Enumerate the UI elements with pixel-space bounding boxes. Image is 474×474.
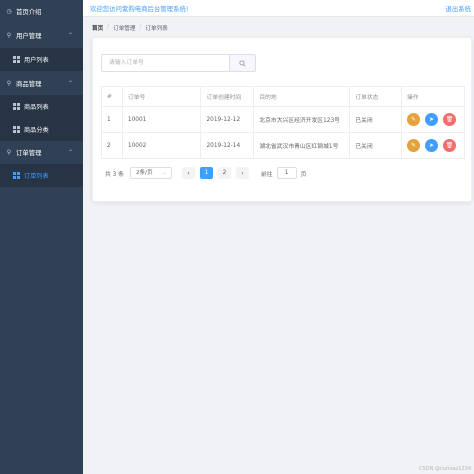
cell-order-no: 10001 xyxy=(122,106,202,133)
pagination-total: 共 3 条 xyxy=(105,171,124,178)
column-header-actions: 操作 xyxy=(401,86,465,107)
table-header-row: # 订单号 订单创建时间 目的地 订单状态 操作 xyxy=(101,86,465,107)
sidebar-item-product-management[interactable]: ⚲ 商品管理 ⌃ xyxy=(0,72,83,95)
cell-actions: ✎ ➤ 🗑 xyxy=(401,106,465,133)
pagination: 共 3 条 2条/页 ⌄ ‹ 1 2 › 前往 1 页 xyxy=(105,167,306,179)
location-icon: ⚲ xyxy=(6,148,12,156)
sidebar-item-order-list[interactable]: 订单列表 xyxy=(0,164,83,187)
cell-created: 2019-12-12 xyxy=(200,106,255,133)
column-header-index: # xyxy=(101,86,123,107)
location-button[interactable]: ➤ xyxy=(425,139,439,152)
sidebar-item-user-management[interactable]: ⚲ 用户管理 ⌃ xyxy=(0,24,83,47)
cell-actions: ✎ ➤ 🗑 xyxy=(401,132,465,159)
breadcrumb-separator: / xyxy=(107,24,110,30)
column-header-order-no: 订单号 xyxy=(122,86,202,107)
breadcrumb-home[interactable]: 首页 xyxy=(92,24,103,32)
cell-status: 已关闭 xyxy=(349,132,403,159)
chevron-up-icon: ⌃ xyxy=(68,80,74,87)
sidebar-item-user-list[interactable]: 用户列表 xyxy=(0,48,83,71)
grid-icon xyxy=(13,126,20,133)
location-button[interactable]: ➤ xyxy=(425,113,439,126)
column-header-created: 订单创建时间 xyxy=(200,86,255,107)
chevron-up-icon: ⌃ xyxy=(68,32,74,39)
search-button[interactable] xyxy=(229,55,255,71)
column-header-status: 订单状态 xyxy=(349,86,403,107)
breadcrumb-separator: / xyxy=(139,24,142,30)
search-icon xyxy=(239,59,246,67)
table-row: 2 10002 2019-12-14 湖北省武汉市青山区红钢城1号 已关闭 ✎ … xyxy=(101,132,465,159)
cell-destination: 湖北省武汉市青山区红钢城1号 xyxy=(253,132,351,159)
sidebar-item-product-list[interactable]: 商品列表 xyxy=(0,95,83,118)
logout-link[interactable]: 退出系统 xyxy=(445,4,471,13)
main-content: 首页 / 订单管理 / 订单列表 # 订单号 订单创建时间 xyxy=(83,17,474,474)
column-header-destination: 目的地 xyxy=(253,86,351,107)
goto-suffix: 页 xyxy=(300,171,307,178)
edit-icon: ✎ xyxy=(411,141,417,149)
cell-status: 已关闭 xyxy=(349,106,403,133)
cell-created: 2019-12-14 xyxy=(200,132,255,159)
goto-page-input[interactable]: 1 xyxy=(276,167,297,179)
cell-index: 2 xyxy=(101,132,123,159)
edit-button[interactable]: ✎ xyxy=(407,139,421,152)
page-size-select[interactable]: 2条/页 ⌄ xyxy=(129,167,172,179)
location-icon: ⚲ xyxy=(6,79,12,87)
next-page-button[interactable]: › xyxy=(235,167,249,179)
watermark: CSDN @cumiao1234 xyxy=(419,466,471,472)
cell-index: 1 xyxy=(101,106,123,133)
sidebar: ◷ 首页介绍 ⚲ 用户管理 ⌃ 用户列表 ⚲ 商品管理 ⌃ 商品列表 商品分类 … xyxy=(0,0,83,474)
cell-destination: 北京市大兴区经济开发区123号 xyxy=(253,106,351,133)
goto-label: 前往 xyxy=(260,171,273,178)
page-number-2[interactable]: 2 xyxy=(217,167,231,179)
search-box xyxy=(101,54,256,72)
page-number-1[interactable]: 1 xyxy=(199,167,213,179)
dashboard-icon: ◷ xyxy=(6,7,12,15)
prev-page-button[interactable]: ‹ xyxy=(181,167,195,179)
sidebar-item-home[interactable]: ◷ 首页介绍 xyxy=(0,0,83,23)
grid-icon xyxy=(13,56,20,63)
breadcrumb-order-list: 订单列表 xyxy=(145,26,168,32)
delete-button[interactable]: 🗑 xyxy=(443,139,457,152)
chevron-down-icon: ⌄ xyxy=(162,170,167,176)
edit-button[interactable]: ✎ xyxy=(407,113,421,126)
delete-icon: 🗑 xyxy=(445,141,454,149)
cell-order-no: 10002 xyxy=(122,132,202,159)
table-row: 1 10001 2019-12-12 北京市大兴区经济开发区123号 已关闭 ✎… xyxy=(101,106,465,133)
grid-icon xyxy=(13,172,20,179)
top-header: 欢迎您访问紫购电商后台管理系统! 退出系统 xyxy=(83,0,474,17)
location-icon: ➤ xyxy=(429,141,435,149)
sidebar-item-order-management[interactable]: ⚲ 订单管理 ⌃ xyxy=(0,141,83,164)
breadcrumb-order-management: 订单管理 xyxy=(113,26,136,32)
location-icon: ➤ xyxy=(429,115,435,123)
search-input[interactable] xyxy=(102,55,231,71)
delete-button[interactable]: 🗑 xyxy=(443,113,457,126)
order-card: # 订单号 订单创建时间 目的地 订单状态 操作 1 10001 2019-12… xyxy=(92,37,472,202)
grid-icon xyxy=(13,103,20,110)
location-icon: ⚲ xyxy=(6,31,12,39)
chevron-up-icon: ⌃ xyxy=(68,149,74,156)
welcome-message: 欢迎您访问紫购电商后台管理系统! xyxy=(90,5,189,13)
delete-icon: 🗑 xyxy=(445,115,454,123)
page-size-value: 2条/页 xyxy=(135,170,153,176)
sidebar-item-product-category[interactable]: 商品分类 xyxy=(0,118,83,141)
orders-table: # 订单号 订单创建时间 目的地 订单状态 操作 1 10001 2019-12… xyxy=(101,86,465,159)
breadcrumb: 首页 / 订单管理 / 订单列表 xyxy=(92,24,168,32)
edit-icon: ✎ xyxy=(411,115,417,123)
